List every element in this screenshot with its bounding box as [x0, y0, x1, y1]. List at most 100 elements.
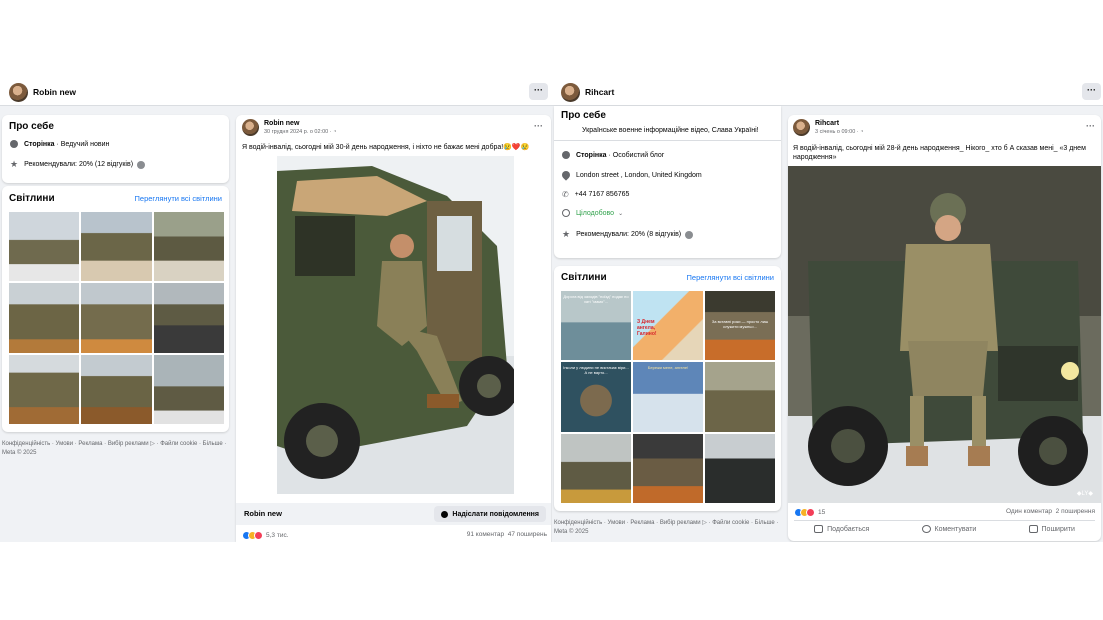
post-text: Я водій-інвалід, сьогодні мій 30-й день … [242, 144, 530, 151]
right-screenshot: Rihcart ··· Про себе Українське военне і… [552, 79, 1103, 542]
address-text[interactable]: London street , London, United Kingdom [576, 172, 702, 179]
more-options-button[interactable]: ··· [529, 83, 548, 100]
info-icon[interactable] [137, 160, 146, 169]
share-count[interactable]: 47 поширень [508, 531, 547, 538]
reaction-icons [242, 531, 263, 540]
photo-thumbnail[interactable] [633, 433, 703, 503]
post-counts: Один коментар 2 поширення [1006, 508, 1095, 515]
photos-card: Світлини Переглянути всі світлини [2, 186, 229, 432]
phone-text[interactable]: +44 7167 856765 [575, 191, 630, 198]
photo-caption: За вставні роки — просто лиш служити муж… [711, 319, 769, 329]
photos-card: Світлини Переглянути всі світлини Дорога… [554, 266, 781, 511]
reaction-summary[interactable]: 5,3 тис. [242, 531, 289, 540]
soldier-vehicle-photo-graphic [788, 166, 1101, 503]
footer-copyright: Meta © 2025 [2, 450, 37, 456]
post-actions: Подобається Коментувати Поширити [788, 525, 1101, 533]
profile-name[interactable]: Robin new [244, 509, 282, 518]
like-button[interactable]: Подобається [814, 525, 869, 533]
reaction-icons [794, 508, 815, 517]
comment-count[interactable]: 91 коментар [467, 531, 504, 538]
photo-thumbnail[interactable] [81, 212, 152, 282]
page-name[interactable]: Rihcart [585, 87, 614, 97]
location-icon [560, 169, 572, 181]
like-label: Подобається [827, 525, 870, 533]
post-more-icon[interactable]: ··· [534, 121, 543, 131]
avatar[interactable] [9, 82, 28, 102]
reaction-count: 5,3 тис. [266, 532, 289, 539]
post-image[interactable] [277, 156, 514, 494]
reaction-summary[interactable]: 15 [794, 508, 825, 517]
page-category: Особистий блог [612, 151, 665, 159]
page-footer: Конфіденційність · Умови · Реклама · Виб… [554, 519, 782, 537]
photo-thumbnail[interactable] [9, 212, 80, 282]
photo-caption: З Днем ангела, Галино! [637, 319, 657, 337]
divider [554, 140, 781, 141]
avatar[interactable] [561, 82, 580, 102]
post-more-icon[interactable]: ··· [1086, 121, 1095, 131]
photo-caption: Дорога від заходів "поїзд" подає по хаті… [563, 294, 629, 304]
about-card: Про себе Українське военне інформаційне … [554, 106, 781, 258]
share-count[interactable]: 2 поширення [1056, 508, 1095, 515]
phone-icon: ✆ [562, 190, 569, 199]
photos-title: Світлини [9, 193, 55, 204]
photo-thumbnail[interactable]: З Днем ангела, Галино! [633, 291, 703, 361]
comment-icon [921, 525, 931, 533]
send-message-button[interactable]: Надіслати повідомлення [434, 506, 546, 522]
chevron-down-icon[interactable]: ⌄ [618, 210, 623, 217]
post-counts: 91 коментар 47 поширень [467, 531, 547, 538]
info-icon [10, 140, 18, 148]
footer-links[interactable]: Конфіденційність · Умови · Реклама · Виб… [554, 519, 782, 528]
more-options-button[interactable]: ··· [1082, 83, 1101, 100]
photo-thumbnail[interactable] [153, 283, 224, 353]
page-name[interactable]: Robin new [33, 87, 76, 97]
photo-thumbnail[interactable] [561, 433, 631, 503]
about-title: Про себе [9, 121, 54, 132]
post-date[interactable]: 30 грудня 2024 р. о 02:00 · ◔ [264, 129, 336, 135]
recommend-text: Рекомендували: 20% (8 відгуків) [576, 231, 682, 238]
share-icon [1028, 525, 1038, 533]
photo-thumbnail[interactable] [81, 354, 152, 424]
post-text: Я водій-інвалід, сьогодні мій 28-й день … [793, 145, 1086, 161]
photo-thumbnail[interactable] [9, 354, 80, 424]
comment-count[interactable]: Один коментар [1006, 508, 1052, 515]
photo-thumbnail[interactable] [705, 362, 775, 432]
see-all-photos-link[interactable]: Переглянути всі світлини [687, 273, 774, 282]
comment-button[interactable]: Коментувати [921, 525, 977, 533]
post-avatar[interactable] [242, 119, 259, 136]
hours-text[interactable]: Цілодобово [576, 210, 614, 217]
photo-caption: Інколи у людини не вистачає віри... А не… [563, 365, 629, 376]
about-card: Про себе Сторінка · Ведучий новин ★ Реко… [2, 115, 229, 183]
share-label: Поширити [1041, 525, 1075, 533]
post-avatar[interactable] [793, 119, 810, 136]
photo-thumbnail[interactable] [153, 212, 224, 282]
photo-thumbnail[interactable] [9, 283, 80, 353]
photo-thumbnail[interactable] [153, 354, 224, 424]
share-button[interactable]: Поширити [1028, 525, 1075, 533]
page-header: Robin new ··· [0, 79, 552, 106]
photo-thumbnail[interactable]: Інколи у людини не вистачає віри... А не… [561, 362, 631, 432]
post-card: Rihcart 3 січень о 09:00 · ◔ ··· Я водій… [788, 115, 1101, 541]
vehicle-photo-graphic [277, 156, 514, 494]
post-author[interactable]: Robin new [264, 120, 336, 127]
star-icon: ★ [10, 159, 19, 169]
about-description: Українське военне інформаційне відео, Сл… [582, 127, 759, 134]
photo-thumbnail[interactable] [705, 433, 775, 503]
photo-thumbnail[interactable]: Дорога від заходів "поїзд" подає по хаті… [561, 291, 631, 361]
post-image[interactable]: ◆LY◆ [788, 166, 1101, 503]
image-watermark: ◆LY◆ [1076, 491, 1093, 497]
divider [794, 520, 1095, 521]
photo-thumbnail[interactable]: Бережи мене, ангеле! [633, 362, 703, 432]
recommend-text: Рекомендували: 20% (12 відгуків) [24, 161, 134, 168]
photo-thumbnail[interactable]: За вставні роки — просто лиш служити муж… [705, 291, 775, 361]
post-author[interactable]: Rihcart [815, 120, 863, 127]
photos-title: Світлини [561, 272, 607, 283]
messenger-icon [441, 510, 449, 518]
comment-label: Коментувати [934, 525, 977, 533]
info-icon[interactable] [685, 230, 694, 239]
photo-thumbnail[interactable] [81, 283, 152, 353]
page-category: Ведучий новин [60, 140, 110, 148]
post-date[interactable]: 3 січень о 09:00 · ◔ [815, 129, 863, 135]
see-all-photos-link[interactable]: Переглянути всі світлини [135, 194, 222, 203]
footer-links[interactable]: Конфіденційність · Умови · Реклама · Виб… [2, 440, 230, 449]
info-icon [562, 151, 570, 159]
